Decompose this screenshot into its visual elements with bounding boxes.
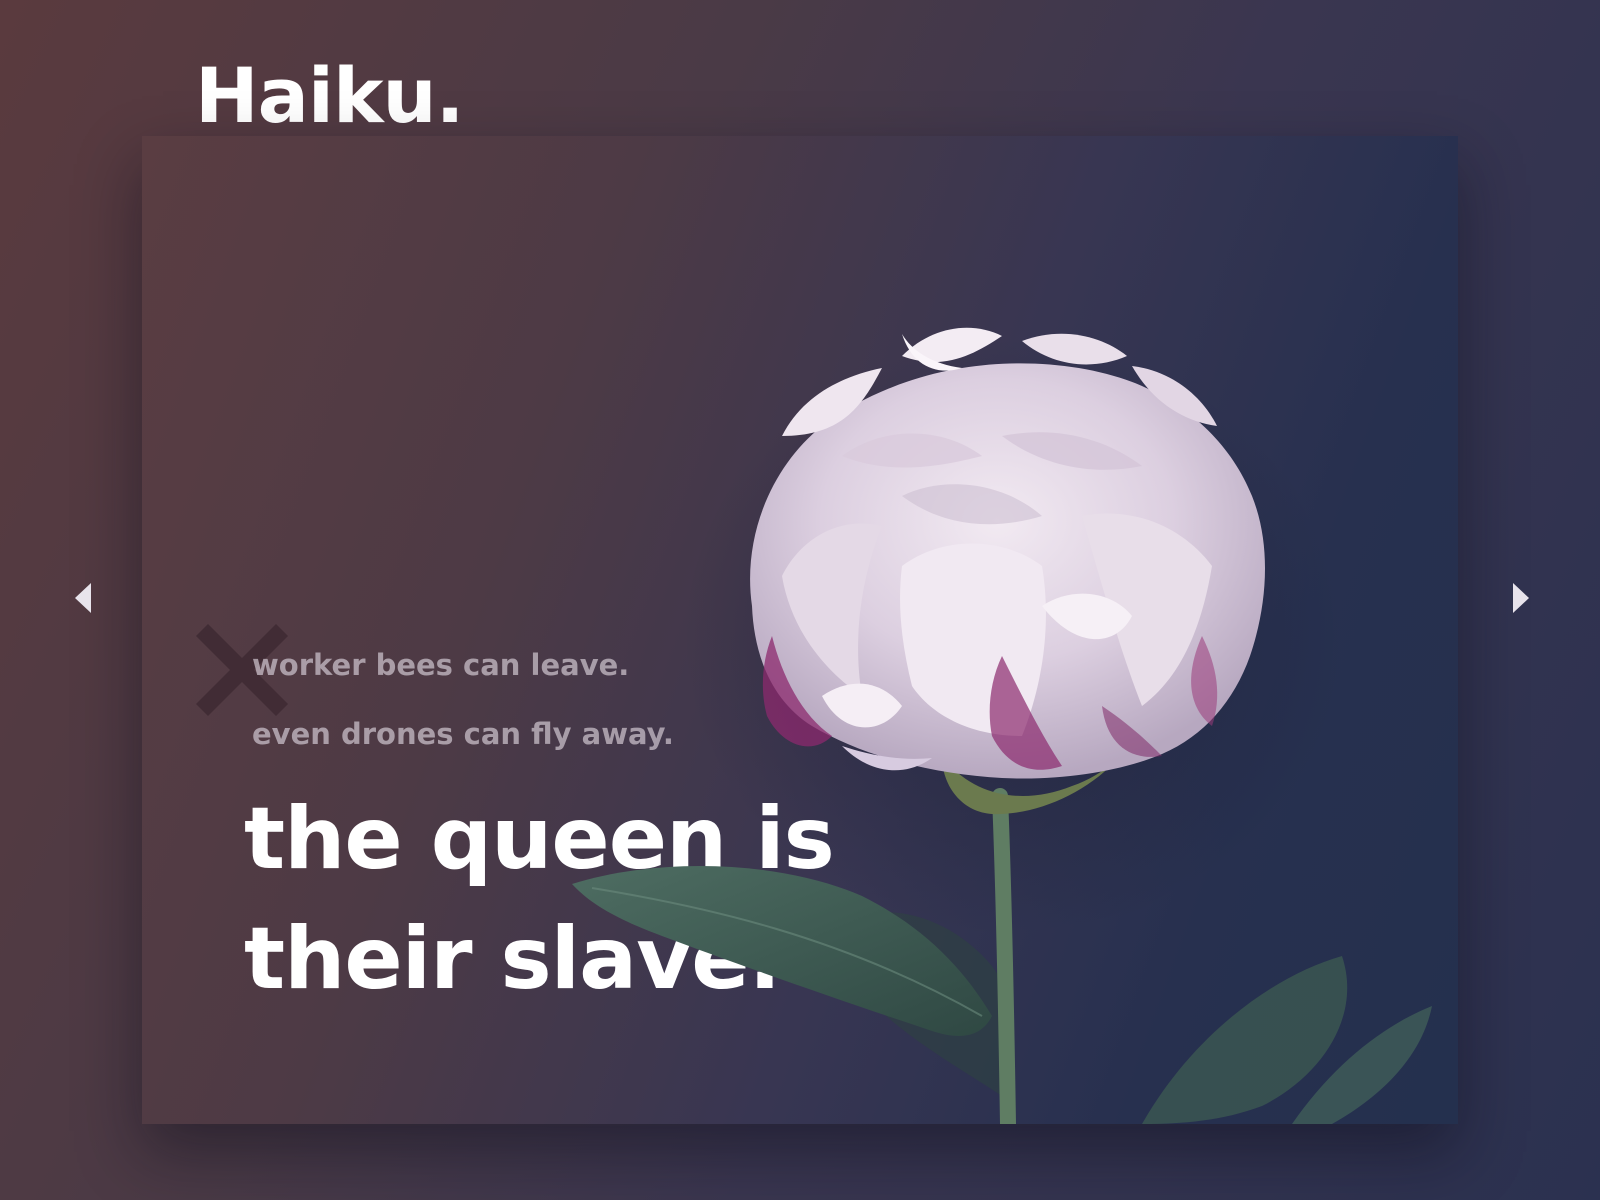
haiku-line-3: the queen is: [244, 789, 835, 889]
haiku-card: worker bees can leave. even drones can f…: [142, 136, 1458, 1124]
next-slide-button[interactable]: [1506, 578, 1536, 618]
haiku-line-4: their slave.: [244, 909, 781, 1009]
caret-right-icon: [1513, 583, 1529, 613]
haiku-line-2: even drones can fly away.: [252, 717, 674, 751]
previous-slide-button[interactable]: [68, 578, 98, 618]
brand-title: Haiku.: [195, 51, 464, 140]
haiku-line-1: worker bees can leave.: [252, 648, 630, 682]
caret-left-icon: [75, 583, 91, 613]
